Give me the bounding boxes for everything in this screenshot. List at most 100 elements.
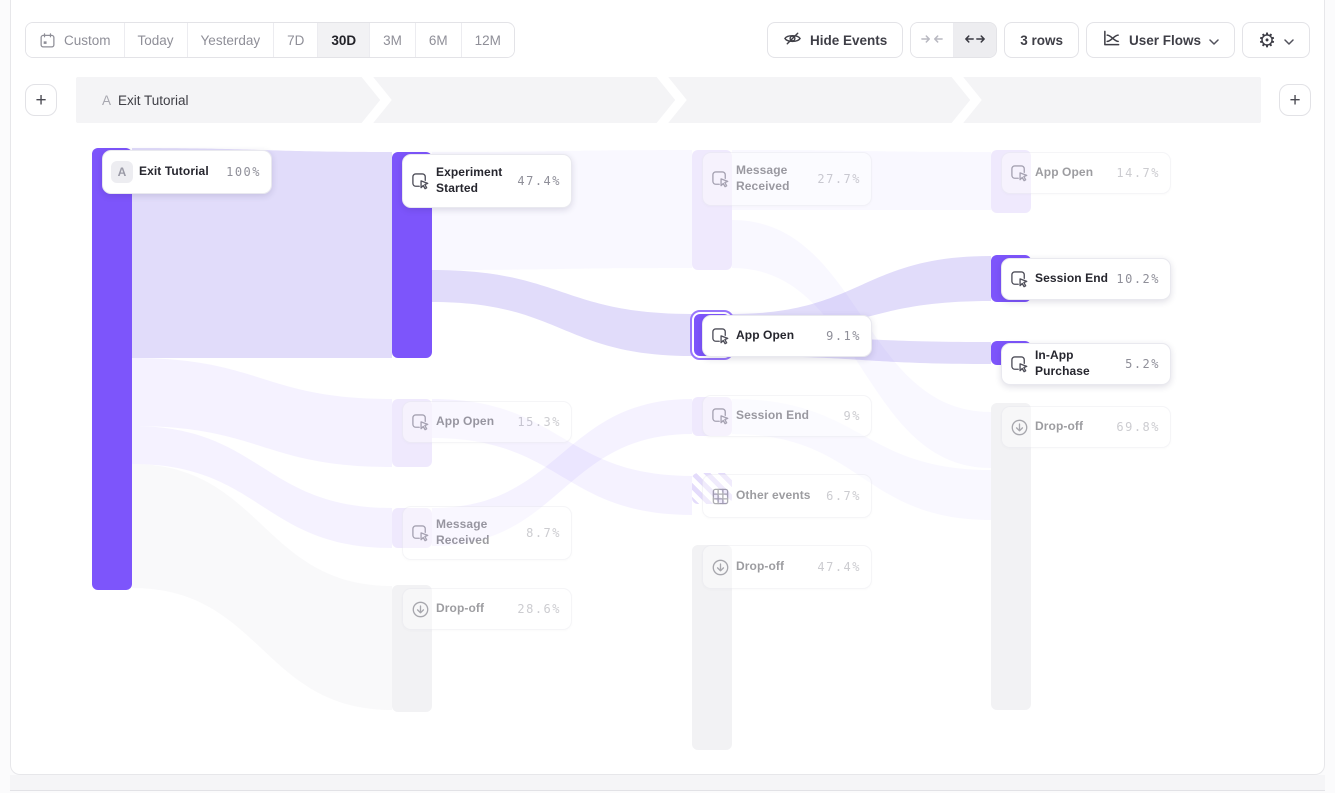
flow-node-label: Message Received xyxy=(736,163,811,194)
date-range-label: 3M xyxy=(383,33,402,48)
flow-node-label: Exit Tutorial xyxy=(139,164,220,180)
flow-node-label: In-App Purchase xyxy=(1035,348,1119,379)
toolbar-right: Hide Events 3 rows xyxy=(767,22,1310,58)
flow-node-label: Experiment Started xyxy=(436,165,511,196)
hide-events-label: Hide Events xyxy=(810,33,887,48)
flow-bar-exit-tutorial-step-1[interactable] xyxy=(92,148,132,590)
flow-node-drop-off-step-3[interactable]: Drop-off 47.4% xyxy=(702,545,872,589)
date-range-yesterday[interactable]: Yesterday xyxy=(188,23,275,57)
event-icon xyxy=(711,327,730,346)
flow-node-app-open-step-2[interactable]: App Open 15.3% xyxy=(402,401,572,443)
step-badge: A xyxy=(102,93,111,108)
flow-node-label: Drop-off xyxy=(736,559,811,575)
event-icon xyxy=(1010,164,1029,183)
flow-node-app-open-step-4[interactable]: App Open 14.7% xyxy=(1001,152,1171,194)
date-range-label: Today xyxy=(138,33,174,48)
flow-node-label: Session End xyxy=(1035,271,1110,287)
flow-node-percent: 15.3% xyxy=(517,415,561,429)
flow-node-percent: 47.4% xyxy=(517,174,561,188)
date-range-label: 30D xyxy=(331,33,356,48)
collapse-columns-button[interactable] xyxy=(911,23,954,57)
chevron-down-icon xyxy=(1284,33,1294,48)
flow-node-other-events-step-3[interactable]: Other events 6.7% xyxy=(702,474,872,518)
flow-node-label: Drop-off xyxy=(1035,419,1110,435)
flow-bar-drop-off-step-4[interactable] xyxy=(991,403,1031,710)
flow-node-app-open-step-3[interactable]: App Open 9.1% xyxy=(702,315,872,357)
flow-node-label: Session End xyxy=(736,408,838,424)
flow-node-percent: 10.2% xyxy=(1116,272,1160,286)
flow-node-drop-off-step-2[interactable]: Drop-off 28.6% xyxy=(402,588,572,630)
flow-node-experiment-started-step-2[interactable]: Experiment Started 47.4% xyxy=(402,154,572,208)
view-selector-button[interactable]: User Flows xyxy=(1086,22,1235,58)
drop-off-icon xyxy=(1010,418,1029,437)
flow-node-percent: 9.1% xyxy=(826,329,861,343)
event-icon xyxy=(1010,355,1029,374)
flow-start-step: A Exit Tutorial xyxy=(102,77,189,123)
flow-node-label: Other events xyxy=(736,488,820,504)
flow-steps-bar[interactable]: A Exit Tutorial xyxy=(76,77,1261,123)
flow-node-percent: 47.4% xyxy=(817,560,861,574)
flow-node-label: Message Received xyxy=(436,517,520,548)
drop-off-icon xyxy=(411,600,430,619)
gear-icon: ⚙ xyxy=(1258,30,1276,50)
date-range-label: Yesterday xyxy=(201,33,261,48)
flow-link-exit-tutorial-to-message-received-step-2- xyxy=(132,426,392,548)
event-icon xyxy=(711,170,730,189)
drop-off-icon xyxy=(711,558,730,577)
date-range-6m[interactable]: 6M xyxy=(416,23,462,57)
flow-node-label: App Open xyxy=(436,414,511,430)
event-icon xyxy=(411,172,430,191)
event-icon xyxy=(411,413,430,432)
flow-node-percent: 6.7% xyxy=(826,489,861,503)
user-flows-icon xyxy=(1102,29,1121,51)
bottom-strip xyxy=(10,775,1325,791)
event-icon xyxy=(411,524,430,543)
event-icon xyxy=(711,407,730,426)
flow-node-drop-off-step-4[interactable]: Drop-off 69.8% xyxy=(1001,406,1171,448)
step-title: Exit Tutorial xyxy=(118,93,189,108)
flow-node-in-app-purchase-step-4[interactable]: In-App Purchase 5.2% xyxy=(1001,343,1171,385)
flow-node-percent: 100% xyxy=(226,165,261,179)
flow-link-exit-tutorial-to-drop-off-step-2- xyxy=(132,464,392,710)
settings-button[interactable]: ⚙ xyxy=(1242,22,1310,58)
expand-columns-button[interactable] xyxy=(954,23,996,57)
flow-node-message-received-step-3[interactable]: Message Received27.7% xyxy=(702,152,872,206)
flow-node-session-end-step-3[interactable]: Session End 9% xyxy=(702,395,872,437)
date-range-3m[interactable]: 3M xyxy=(370,23,416,57)
date-range-today[interactable]: Today xyxy=(125,23,188,57)
hide-events-button[interactable]: Hide Events xyxy=(767,22,903,58)
arrows-collapse-icon xyxy=(921,32,943,49)
date-range-label: 12M xyxy=(475,33,501,48)
flow-node-percent: 8.7% xyxy=(526,526,561,540)
flow-node-exit-tutorial-step-1[interactable]: A Exit Tutorial 100% xyxy=(102,150,272,194)
flow-node-session-end-step-4[interactable]: Session End 10.2% xyxy=(1001,258,1171,300)
flow-node-percent: 5.2% xyxy=(1125,357,1160,371)
add-step-right-button[interactable]: + xyxy=(1279,84,1311,116)
flow-node-percent: 28.6% xyxy=(517,602,561,616)
flow-node-label: App Open xyxy=(736,328,820,344)
rows-label: 3 rows xyxy=(1020,33,1063,48)
flow-link-exit-tutorial-to-app-open-step-2- xyxy=(132,358,392,467)
flow-node-percent: 69.8% xyxy=(1116,420,1160,434)
date-range-12m[interactable]: 12M xyxy=(462,23,514,57)
step-letter-badge: A xyxy=(111,161,133,183)
flow-node-message-received-step-2[interactable]: Message Received 8.7% xyxy=(402,506,572,560)
date-range-30d[interactable]: 30D xyxy=(318,23,370,57)
flow-node-label: Drop-off xyxy=(436,601,511,617)
rows-button[interactable]: 3 rows xyxy=(1004,22,1079,58)
event-icon xyxy=(1010,270,1029,289)
flow-node-percent: 9% xyxy=(844,409,861,423)
chevron-down-icon xyxy=(1209,33,1219,48)
date-range-7d[interactable]: 7D xyxy=(274,23,318,57)
date-range-selector: Custom Today Yesterday 7D 30D 3M 6M 12M xyxy=(25,22,515,58)
step-separators xyxy=(76,77,1261,123)
calendar-icon xyxy=(39,32,56,49)
date-range-custom[interactable]: Custom xyxy=(26,23,125,57)
flow-node-label: App Open xyxy=(1035,165,1110,181)
add-step-left-button[interactable]: + xyxy=(25,84,57,116)
flow-node-percent: 14.7% xyxy=(1116,166,1160,180)
eye-off-icon xyxy=(783,29,802,51)
column-width-toggle xyxy=(910,22,997,58)
arrows-expand-icon xyxy=(964,32,986,49)
date-range-label: 7D xyxy=(287,33,304,48)
